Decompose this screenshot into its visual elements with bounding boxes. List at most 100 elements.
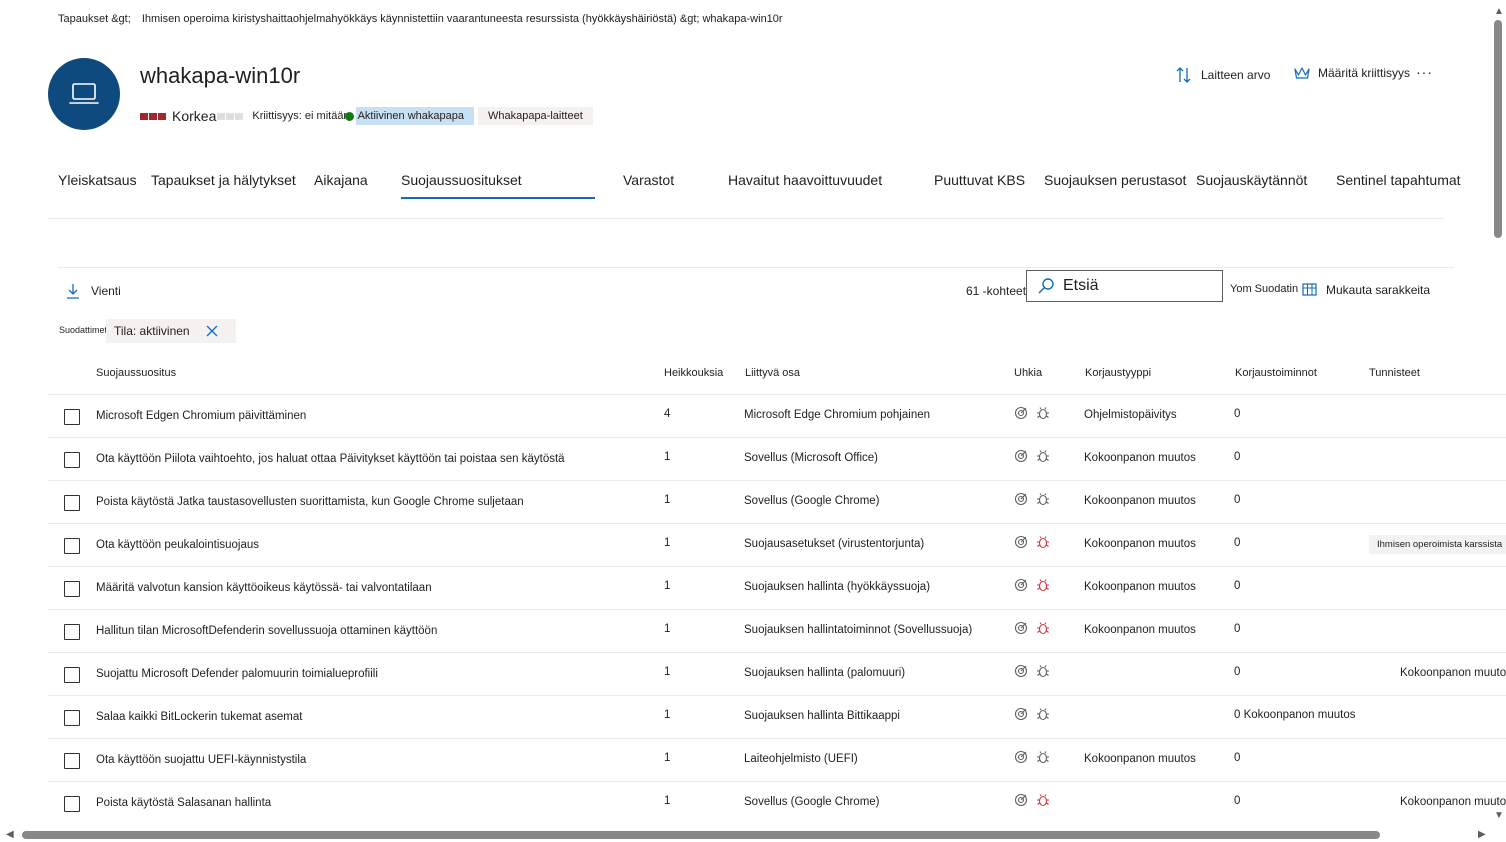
active-threat-bug-icon bbox=[1037, 579, 1049, 592]
remediation-type-cell: Kokoonpanon muutos bbox=[1084, 581, 1196, 593]
table-row[interactable]: Ota käyttöön Piilota vaihtoehto, jos hal… bbox=[48, 437, 1506, 480]
recommendation-cell[interactable]: Ota käyttöön suojattu UEFI-käynnistystil… bbox=[96, 754, 306, 766]
breadcrumb-path[interactable]: Ihmisen operoima kiristyshaittaohjelmahy… bbox=[142, 13, 783, 25]
weaknesses-cell: 1 bbox=[664, 795, 671, 807]
close-icon[interactable] bbox=[206, 325, 218, 337]
row-checkbox[interactable] bbox=[64, 624, 80, 640]
row-checkbox[interactable] bbox=[64, 667, 80, 683]
exploit-target-icon bbox=[1014, 578, 1028, 592]
tab-security-recommendations[interactable]: Suojaussuositukset bbox=[401, 172, 595, 199]
recommendation-cell[interactable]: Määritä valvotun kansion käyttöoikeus kä… bbox=[96, 582, 432, 594]
weaknesses-cell: 1 bbox=[664, 537, 671, 549]
component-cell: Suojauksen hallinta (hyökkäyssuoja) bbox=[744, 581, 931, 593]
search-input[interactable]: Etsiä bbox=[1026, 270, 1223, 302]
severity-bar bbox=[149, 112, 157, 120]
recommendation-cell[interactable]: Ota käyttöön Piilota vaihtoehto, jos hal… bbox=[96, 453, 565, 465]
scroll-up-arrow-icon[interactable]: ▲ bbox=[1494, 6, 1504, 17]
tab-discovered-vulnerabilities[interactable]: Havaitut haavoittuvuudet bbox=[728, 172, 882, 188]
vertical-scrollbar[interactable] bbox=[1494, 20, 1502, 238]
row-checkbox[interactable] bbox=[64, 796, 80, 812]
column-header-threats[interactable]: Uhkia bbox=[1014, 367, 1042, 379]
recommendation-cell[interactable]: Ota käyttöön peukalointisuojaus bbox=[96, 539, 259, 551]
column-header-remediation-type[interactable]: Korjaustyyppi bbox=[1085, 367, 1151, 379]
export-button[interactable]: Vienti bbox=[66, 283, 121, 299]
customize-columns-button[interactable]: Mukauta sarakkeita bbox=[1302, 282, 1430, 298]
tag-chip[interactable]: Ihmisen operoimista karssista bbox=[1369, 535, 1506, 554]
tab-missing-kbs[interactable]: Puuttuvat KBS bbox=[934, 172, 1025, 188]
weaknesses-cell: 1 bbox=[664, 580, 671, 592]
table-row[interactable]: Ota käyttöön suojattu UEFI-käynnistystil… bbox=[48, 738, 1506, 781]
exploit-target-icon bbox=[1014, 535, 1028, 549]
row-checkbox[interactable] bbox=[64, 452, 80, 468]
remediation-type-cell: Kokoonpanon muutos bbox=[1084, 495, 1196, 507]
set-criticality-button[interactable]: Määritä kriittisyys bbox=[1294, 66, 1410, 80]
recommendation-cell[interactable]: Poista käytöstä Jatka taustasovellusten … bbox=[96, 496, 524, 508]
column-header-weaknesses[interactable]: Heikkouksia bbox=[664, 367, 723, 379]
tabs-divider bbox=[48, 218, 1444, 219]
recommendation-cell[interactable]: Suojattu Microsoft Defender palomuurin t… bbox=[96, 668, 378, 680]
component-cell: Laiteohjelmisto (UEFI) bbox=[744, 753, 858, 765]
component-cell: Suojauksen hallinta Bittikaappi bbox=[744, 710, 900, 722]
scroll-left-arrow-icon[interactable]: ◀ bbox=[6, 829, 14, 840]
device-value-button[interactable]: Laitteen arvo bbox=[1176, 66, 1270, 84]
exploit-target-icon bbox=[1014, 750, 1028, 764]
component-cell: Sovellus (Google Chrome) bbox=[744, 495, 880, 507]
filter-chip-status[interactable]: Tila: aktiivinen bbox=[106, 319, 236, 343]
more-actions-button[interactable]: ··· bbox=[1416, 64, 1433, 80]
filter-chip-label: Tila: aktiivinen bbox=[114, 324, 190, 338]
row-checkbox[interactable] bbox=[64, 538, 80, 554]
table-row[interactable]: Määritä valvotun kansion käyttöoikeus kä… bbox=[48, 566, 1506, 609]
tab-security-policies[interactable]: Suojauskäytännöt bbox=[1196, 172, 1307, 188]
threat-bug-icon bbox=[1037, 493, 1049, 506]
row-checkbox[interactable] bbox=[64, 753, 80, 769]
table-row[interactable]: Poista käytöstä Jatka taustasovellusten … bbox=[48, 480, 1506, 523]
device-value-label: Laitteen arvo bbox=[1201, 68, 1271, 82]
tab-security-baselines[interactable]: Suojauksen perustasot bbox=[1044, 172, 1186, 188]
table-row[interactable]: Poista käytöstä Salasanan hallinta 1 Sovel… bbox=[48, 781, 1506, 824]
tab-incidents-alerts[interactable]: Tapaukset ja hälytykset bbox=[151, 172, 296, 188]
filter-button[interactable]: Yom Suodatin bbox=[1230, 283, 1298, 295]
scroll-down-arrow-icon[interactable]: ▼ bbox=[1494, 810, 1504, 821]
recommendation-cell[interactable]: Microsoft Edgen Chromium päivittäminen bbox=[96, 410, 306, 422]
column-header-remediation-activities[interactable]: Korjaustoiminnot bbox=[1235, 367, 1317, 379]
tab-inventories[interactable]: Varastot bbox=[623, 172, 674, 188]
row-checkbox[interactable] bbox=[64, 581, 80, 597]
filter-label: Yom Suodatin bbox=[1230, 283, 1299, 295]
weaknesses-cell: 1 bbox=[664, 709, 671, 721]
recommendation-cell[interactable]: Hallitun tilan MicrosoftDefenderin sovel… bbox=[96, 625, 437, 637]
exploit-target-icon bbox=[1014, 621, 1028, 635]
component-cell: Sovellus (Google Chrome) bbox=[744, 796, 880, 808]
filters-label: Suodattimet: bbox=[59, 325, 110, 335]
column-header-tags[interactable]: Tunnisteet bbox=[1369, 367, 1420, 379]
scroll-right-arrow-icon[interactable]: ▶ bbox=[1478, 829, 1486, 840]
table-row[interactable]: Microsoft Edgen Chromium päivittäminen 4 M… bbox=[48, 394, 1506, 437]
threat-bug-icon bbox=[1037, 407, 1049, 420]
row-checkbox[interactable] bbox=[64, 409, 80, 425]
column-header-component[interactable]: Liittyvä osa bbox=[745, 367, 800, 379]
threat-bug-icon bbox=[1037, 751, 1049, 764]
breadcrumb-root[interactable]: Tapaukset &gt; bbox=[58, 13, 131, 25]
threat-bug-icon bbox=[1037, 708, 1049, 721]
tab-timeline[interactable]: Aikajana bbox=[314, 172, 368, 188]
overflow-remediation-type-cell: Kokoonpanon muutos bbox=[1400, 667, 1506, 679]
component-cell: Microsoft Edge Chromium pohjainen bbox=[744, 409, 931, 421]
tab-sentinel-events[interactable]: Sentinel tapahtumat bbox=[1336, 172, 1461, 188]
table-row[interactable]: Salaa kaikki BitLockerin tukemat asemat 1… bbox=[48, 695, 1506, 738]
toolbar-divider bbox=[58, 267, 1454, 268]
recommendation-cell[interactable]: Poista käytöstä Salasanan hallinta bbox=[96, 797, 271, 809]
component-cell: Suojausasetukset (virustentorjunta) bbox=[744, 538, 925, 550]
tag-active[interactable]: Aktiivinen whakapapa bbox=[355, 107, 474, 125]
tab-overview[interactable]: Yleiskatsaus bbox=[58, 172, 137, 188]
column-header-recommendation[interactable]: Suojaussuositus bbox=[96, 367, 176, 379]
table-row[interactable]: Suojattu Microsoft Defender palomuurin t… bbox=[48, 652, 1506, 695]
recommendation-cell[interactable]: Salaa kaikki BitLockerin tukemat asemat bbox=[96, 711, 302, 723]
criticality-label: Kriittisyys: ei mitään bbox=[252, 110, 350, 122]
horizontal-scrollbar[interactable] bbox=[22, 831, 1380, 839]
row-checkbox[interactable] bbox=[64, 495, 80, 511]
item-count: 61 -kohteet bbox=[966, 284, 1027, 298]
tag-device-group[interactable]: Whakapapa-laitteet bbox=[477, 107, 593, 125]
table-row[interactable]: Hallitun tilan MicrosoftDefenderin sovel… bbox=[48, 609, 1506, 652]
remediation-activities-cell: 0 Kokoonpanon muutos bbox=[1234, 709, 1356, 721]
row-checkbox[interactable] bbox=[64, 710, 80, 726]
table-row[interactable]: Ota käyttöön peukalointisuojaus 1 Suojausa… bbox=[48, 523, 1506, 566]
